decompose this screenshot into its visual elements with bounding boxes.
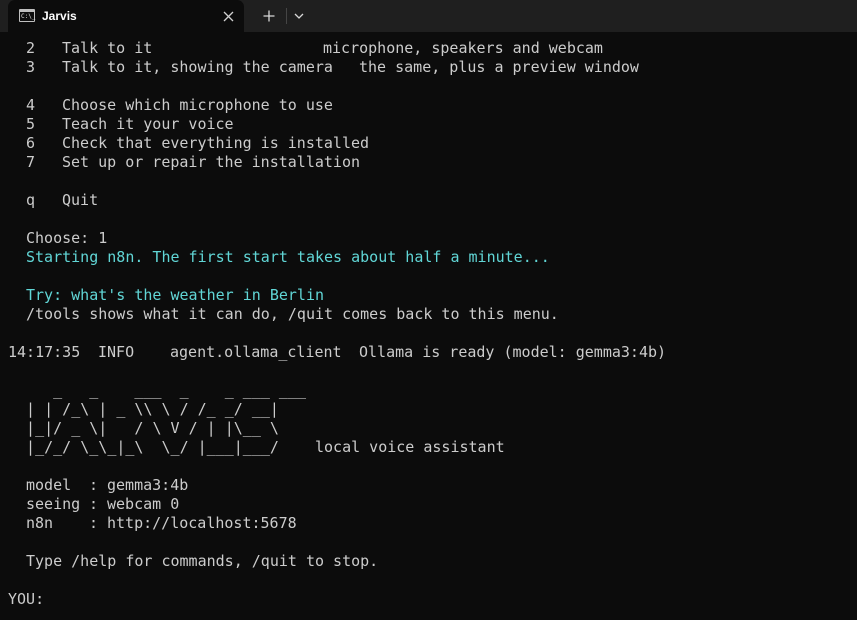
tab-dropdown-button[interactable] <box>289 4 309 28</box>
menu-item-3: 3 Talk to it, showing the camera the same,… <box>8 58 639 77</box>
tab-separator <box>286 8 287 24</box>
info-key: seeing <box>26 495 81 513</box>
help-hint: Type /help for commands, /quit to stop. <box>26 552 379 570</box>
menu-item-6: 6 Check that everything is installed <box>8 134 369 153</box>
info-model: model: gemma3:4b <box>26 476 188 495</box>
menu-key: 6 <box>26 134 36 152</box>
menu-item-4: 4 Choose which microphone to use <box>8 96 333 115</box>
banner-tagline: local voice assistant <box>315 438 505 456</box>
info-key: model <box>26 476 72 494</box>
ascii-banner-line-2: | | /_\ | _ \\ \ / /_ _/ __| <box>8 400 279 418</box>
new-tab-button[interactable] <box>256 4 282 28</box>
plus-icon <box>263 10 275 22</box>
menu-description: the same, plus a preview window <box>359 58 639 76</box>
close-icon <box>223 11 233 21</box>
info-separator: : <box>89 495 99 513</box>
tab-jarvis[interactable]: C:\_ Jarvis <box>8 0 244 32</box>
menu-key: 5 <box>26 115 36 133</box>
menu-item-7: 7 Set up or repair the installation <box>8 153 360 172</box>
chevron-down-icon <box>294 13 304 19</box>
menu-label: Quit <box>62 191 99 209</box>
terminal-output[interactable]: 2 Talk to it microphone, speakers and webc… <box>0 32 857 620</box>
info-value: gemma3:4b <box>107 476 189 494</box>
info-n8n: n8n: http://localhost:5678 <box>26 514 297 533</box>
menu-label: Set up or repair the installation <box>62 153 361 171</box>
terminal-window: C:\_ Jarvis 2 Talk to it microphone, speak… <box>0 0 857 620</box>
log-message: Ollama is ready (model: gemma3:4b) <box>359 343 667 361</box>
menu-label: Talk to it <box>62 39 153 57</box>
input-prompt[interactable]: YOU: <box>8 590 44 609</box>
close-tab-button[interactable] <box>217 5 239 27</box>
log-line: 14:17:35 INFO agent.ollama_client Ollama is… <box>8 343 666 362</box>
choose-prompt: Choose: 1 <box>26 229 108 247</box>
log-level: INFO <box>98 343 135 361</box>
menu-item-2: 2 Talk to it microphone, speakers and webc… <box>8 39 603 58</box>
starting-message: Starting n8n. The first start takes abou… <box>26 248 550 266</box>
tab-title: Jarvis <box>42 9 77 23</box>
menu-key: 3 <box>26 58 36 76</box>
menu-key: 4 <box>26 96 36 114</box>
menu-label: Check that everything is installed <box>62 134 370 152</box>
menu-key: 2 <box>26 39 36 57</box>
menu-item-5: 5 Teach it your voice <box>8 115 234 134</box>
info-separator: : <box>89 514 99 532</box>
log-source: agent.ollama_client <box>170 343 342 361</box>
menu-label: Teach it your voice <box>62 115 234 133</box>
terminal-icon: C:\_ <box>19 9 35 22</box>
log-time: 14:17:35 <box>8 343 81 361</box>
info-key: n8n <box>26 514 54 532</box>
info-seeing: seeing: webcam 0 <box>26 495 179 514</box>
menu-label: Choose which microphone to use <box>62 96 333 114</box>
info-separator: : <box>89 476 99 494</box>
info-value: webcam 0 <box>107 495 180 513</box>
menu-key: 7 <box>26 153 36 171</box>
menu-item-quit: q Quit <box>8 191 98 210</box>
menu-description: microphone, speakers and webcam <box>323 39 603 57</box>
ascii-banner-line-4: |_/_/ \_\_|_\ \_/ |___|___/ <box>8 438 279 456</box>
ascii-banner-line-3: |_|/ _ \| / \ V / | |\__ \ <box>8 419 279 437</box>
tools-hint: /tools shows what it can do, /quit comes… <box>26 305 559 323</box>
menu-label: Talk to it, showing the camera <box>62 58 333 76</box>
info-value: http://localhost:5678 <box>107 514 297 532</box>
try-hint: Try: what's the weather in Berlin <box>26 286 325 304</box>
tab-bar: C:\_ Jarvis <box>0 0 857 32</box>
terminal-icon-glyph: C:\_ <box>21 13 36 20</box>
ascii-banner-line-1: _ _ ___ _ _ ___ ___ <box>8 381 307 399</box>
menu-key: q <box>26 191 36 209</box>
